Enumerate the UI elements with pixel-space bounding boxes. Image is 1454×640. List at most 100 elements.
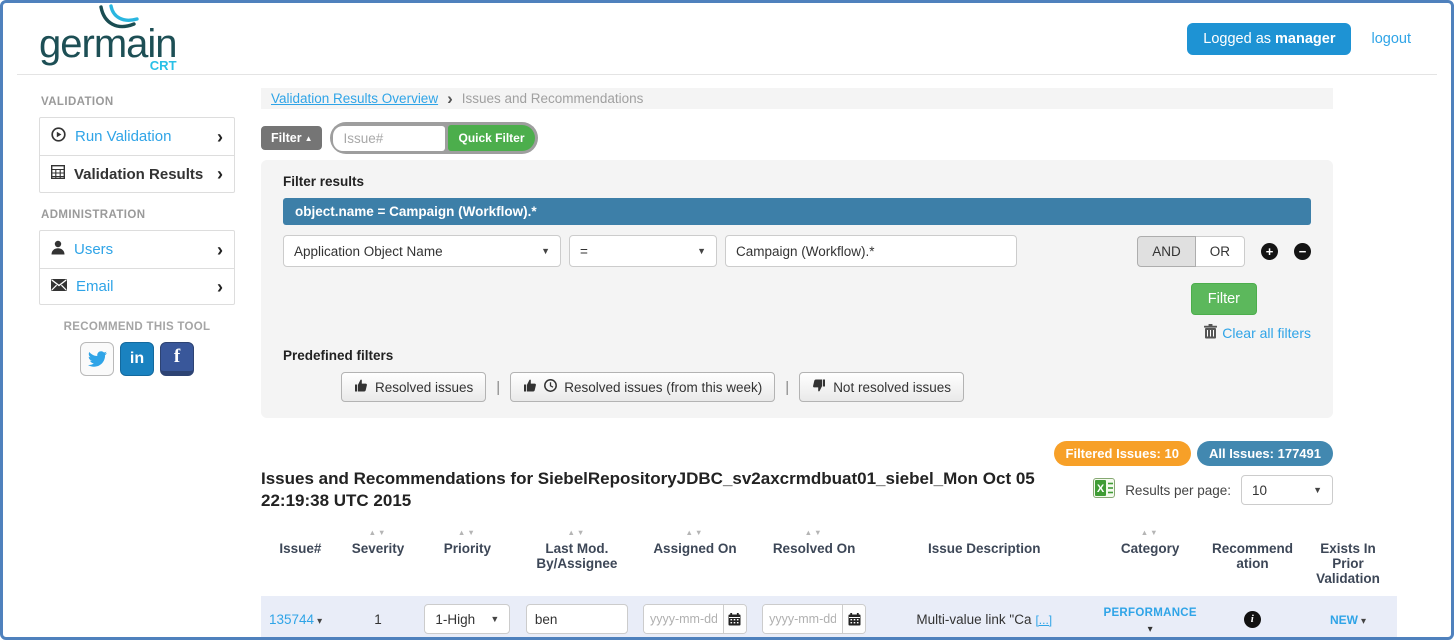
priority-cell: 1-High ▼ [416,596,518,640]
predefined-filters-row: Resolved issues | Resolved issues (from … [341,372,1311,402]
clock-icon [544,379,557,395]
badge-row: Filtered Issues: 10 All Issues: 177491 [1054,441,1333,466]
sidebar-item-label: Validation Results [74,166,203,183]
sidebar-heading-administration: ADMINISTRATION [41,209,235,221]
description-expand-link[interactable]: [...] [1035,613,1052,627]
chevron-right-icon: › [217,131,223,143]
sidebar-item-run-validation[interactable]: Run Validation › [40,118,234,155]
column-label: Issue Description [928,541,1041,556]
results-per-page-value: 10 [1252,483,1267,498]
caret-down-icon: ▼ [533,246,550,256]
logged-as-button[interactable]: Logged as manager [1187,23,1351,55]
sort-icons[interactable]: ▲▼ [1100,528,1201,541]
sidebar: VALIDATION Run Validation › Validation R… [39,88,235,640]
breadcrumb: Validation Results Overview › Issues and… [261,88,1333,109]
not-resolved-issues-button[interactable]: Not resolved issues [799,372,964,402]
assignee-input[interactable] [526,604,628,634]
col-last-mod-by: ▲▼Last Mod. By/Assignee [518,528,635,596]
resolved-issues-week-button[interactable]: Resolved issues (from this week) [510,372,775,402]
operator-select[interactable]: = ▼ [569,235,717,267]
logo-swoosh-icon [95,4,141,40]
sort-icons[interactable]: ▲▼ [421,528,513,541]
thumbs-down-icon [812,379,826,395]
table-row: 135744▾ 1 1-High ▼ [261,596,1397,640]
sort-icons[interactable]: ▲▼ [523,528,630,541]
logout-link[interactable]: logout [1371,31,1411,47]
clear-all-filters-link[interactable]: Clear all filters [1204,324,1311,342]
chevron-right-icon: › [217,281,223,293]
operator-select-value: = [580,244,588,259]
germain-logo: germain CRT [39,24,177,64]
main-content: Validation Results Overview › Issues and… [261,88,1451,640]
col-category: ▲▼Category [1095,528,1206,596]
col-assigned-on: ▲▼Assigned On [635,528,754,596]
quick-filter-button[interactable]: Quick Filter [448,125,534,151]
category-value[interactable]: PERFORMANCE [1103,607,1196,619]
filter-toggle-button[interactable]: Filter ▲ [261,126,322,150]
calendar-icon[interactable] [842,605,865,633]
filter-button[interactable]: Filter [1191,283,1257,315]
category-cell: PERFORMANCE ▾ [1095,596,1206,640]
caret-down-icon: ▼ [482,614,499,624]
remove-condition-icon[interactable]: − [1294,243,1311,260]
info-icon[interactable]: i [1244,611,1261,628]
filter-actions: Filter Clear all filters [283,283,1311,342]
severity-cell: 1 [340,596,417,640]
sort-icons[interactable]: ▲▼ [345,528,412,541]
caret-up-icon: ▲ [305,134,313,143]
sort-icons[interactable]: ▲▼ [640,528,749,541]
resolved-on-input[interactable] [763,605,842,633]
calendar-icon[interactable] [723,605,746,633]
excel-export-icon[interactable]: X [1093,478,1115,503]
filter-condition-row: Application Object Name ▼ = ▼ AND OR + − [283,235,1311,267]
linkedin-icon[interactable]: in [120,342,154,376]
results-header: Issues and Recommendations for SiebelRep… [261,441,1333,512]
field-select[interactable]: Application Object Name ▼ [283,235,561,267]
column-label: Last Mod. By/Assignee [536,541,617,571]
quick-filter-input[interactable] [333,126,445,151]
add-condition-icon[interactable]: + [1261,243,1278,260]
caret-small-icon[interactable]: ▾ [1361,616,1366,627]
facebook-icon[interactable]: f [160,342,194,376]
and-button[interactable]: AND [1137,236,1196,267]
chevron-right-icon: › [217,168,223,180]
resolved-issues-button[interactable]: Resolved issues [341,372,486,402]
assigned-on-input[interactable] [644,605,723,633]
sidebar-item-users[interactable]: Users › [40,231,234,268]
column-label: Issue# [279,541,321,556]
field-select-value: Application Object Name [294,244,443,259]
status-value[interactable]: NEW [1330,613,1358,627]
sort-icons[interactable]: ▲▼ [760,528,869,541]
sidebar-item-email[interactable]: Email › [40,268,234,304]
column-label: Category [1121,541,1180,556]
filtered-issues-badge[interactable]: Filtered Issues: 10 [1054,441,1191,466]
filter-toggle-row: Filter ▲ Quick Filter [261,122,1451,154]
all-issues-badge[interactable]: All Issues: 177491 [1197,441,1333,466]
results-per-page-select[interactable]: 10 ▼ [1241,475,1333,505]
issue-number-cell: 135744▾ [261,596,340,640]
assignee-cell [518,596,635,640]
results-per-page-label: Results per page: [1125,483,1231,498]
resolved-on-cell [755,596,874,640]
caret-small-icon[interactable]: ▾ [1099,624,1202,635]
column-label: Priority [444,541,491,556]
filter-toggle-label: Filter [271,131,302,145]
or-button[interactable]: OR [1196,236,1245,267]
thumbs-up-icon [354,379,368,395]
filter-expression-bar[interactable]: object.name = Campaign (Workflow).* [283,198,1311,225]
sidebar-item-validation-results[interactable]: Validation Results › [40,155,234,192]
caret-small-icon[interactable]: ▾ [317,616,322,627]
column-label: Recommendation [1210,541,1294,571]
twitter-icon[interactable] [80,342,114,376]
assigned-on-field [643,604,747,634]
session-controls: Logged as manager logout [1187,23,1411,55]
issue-number-link[interactable]: 135744 [269,612,314,627]
filter-value-input[interactable] [725,235,1017,267]
priority-select[interactable]: 1-High ▼ [424,604,510,634]
col-issue: Issue# [261,528,340,596]
predefined-filter-label: Not resolved issues [833,380,951,395]
recommendation-cell: i [1205,596,1299,640]
breadcrumb-link[interactable]: Validation Results Overview [271,91,438,106]
issues-table: Issue# ▲▼Severity ▲▼Priority ▲▼Last Mod.… [261,528,1397,640]
separator: | [496,379,500,396]
